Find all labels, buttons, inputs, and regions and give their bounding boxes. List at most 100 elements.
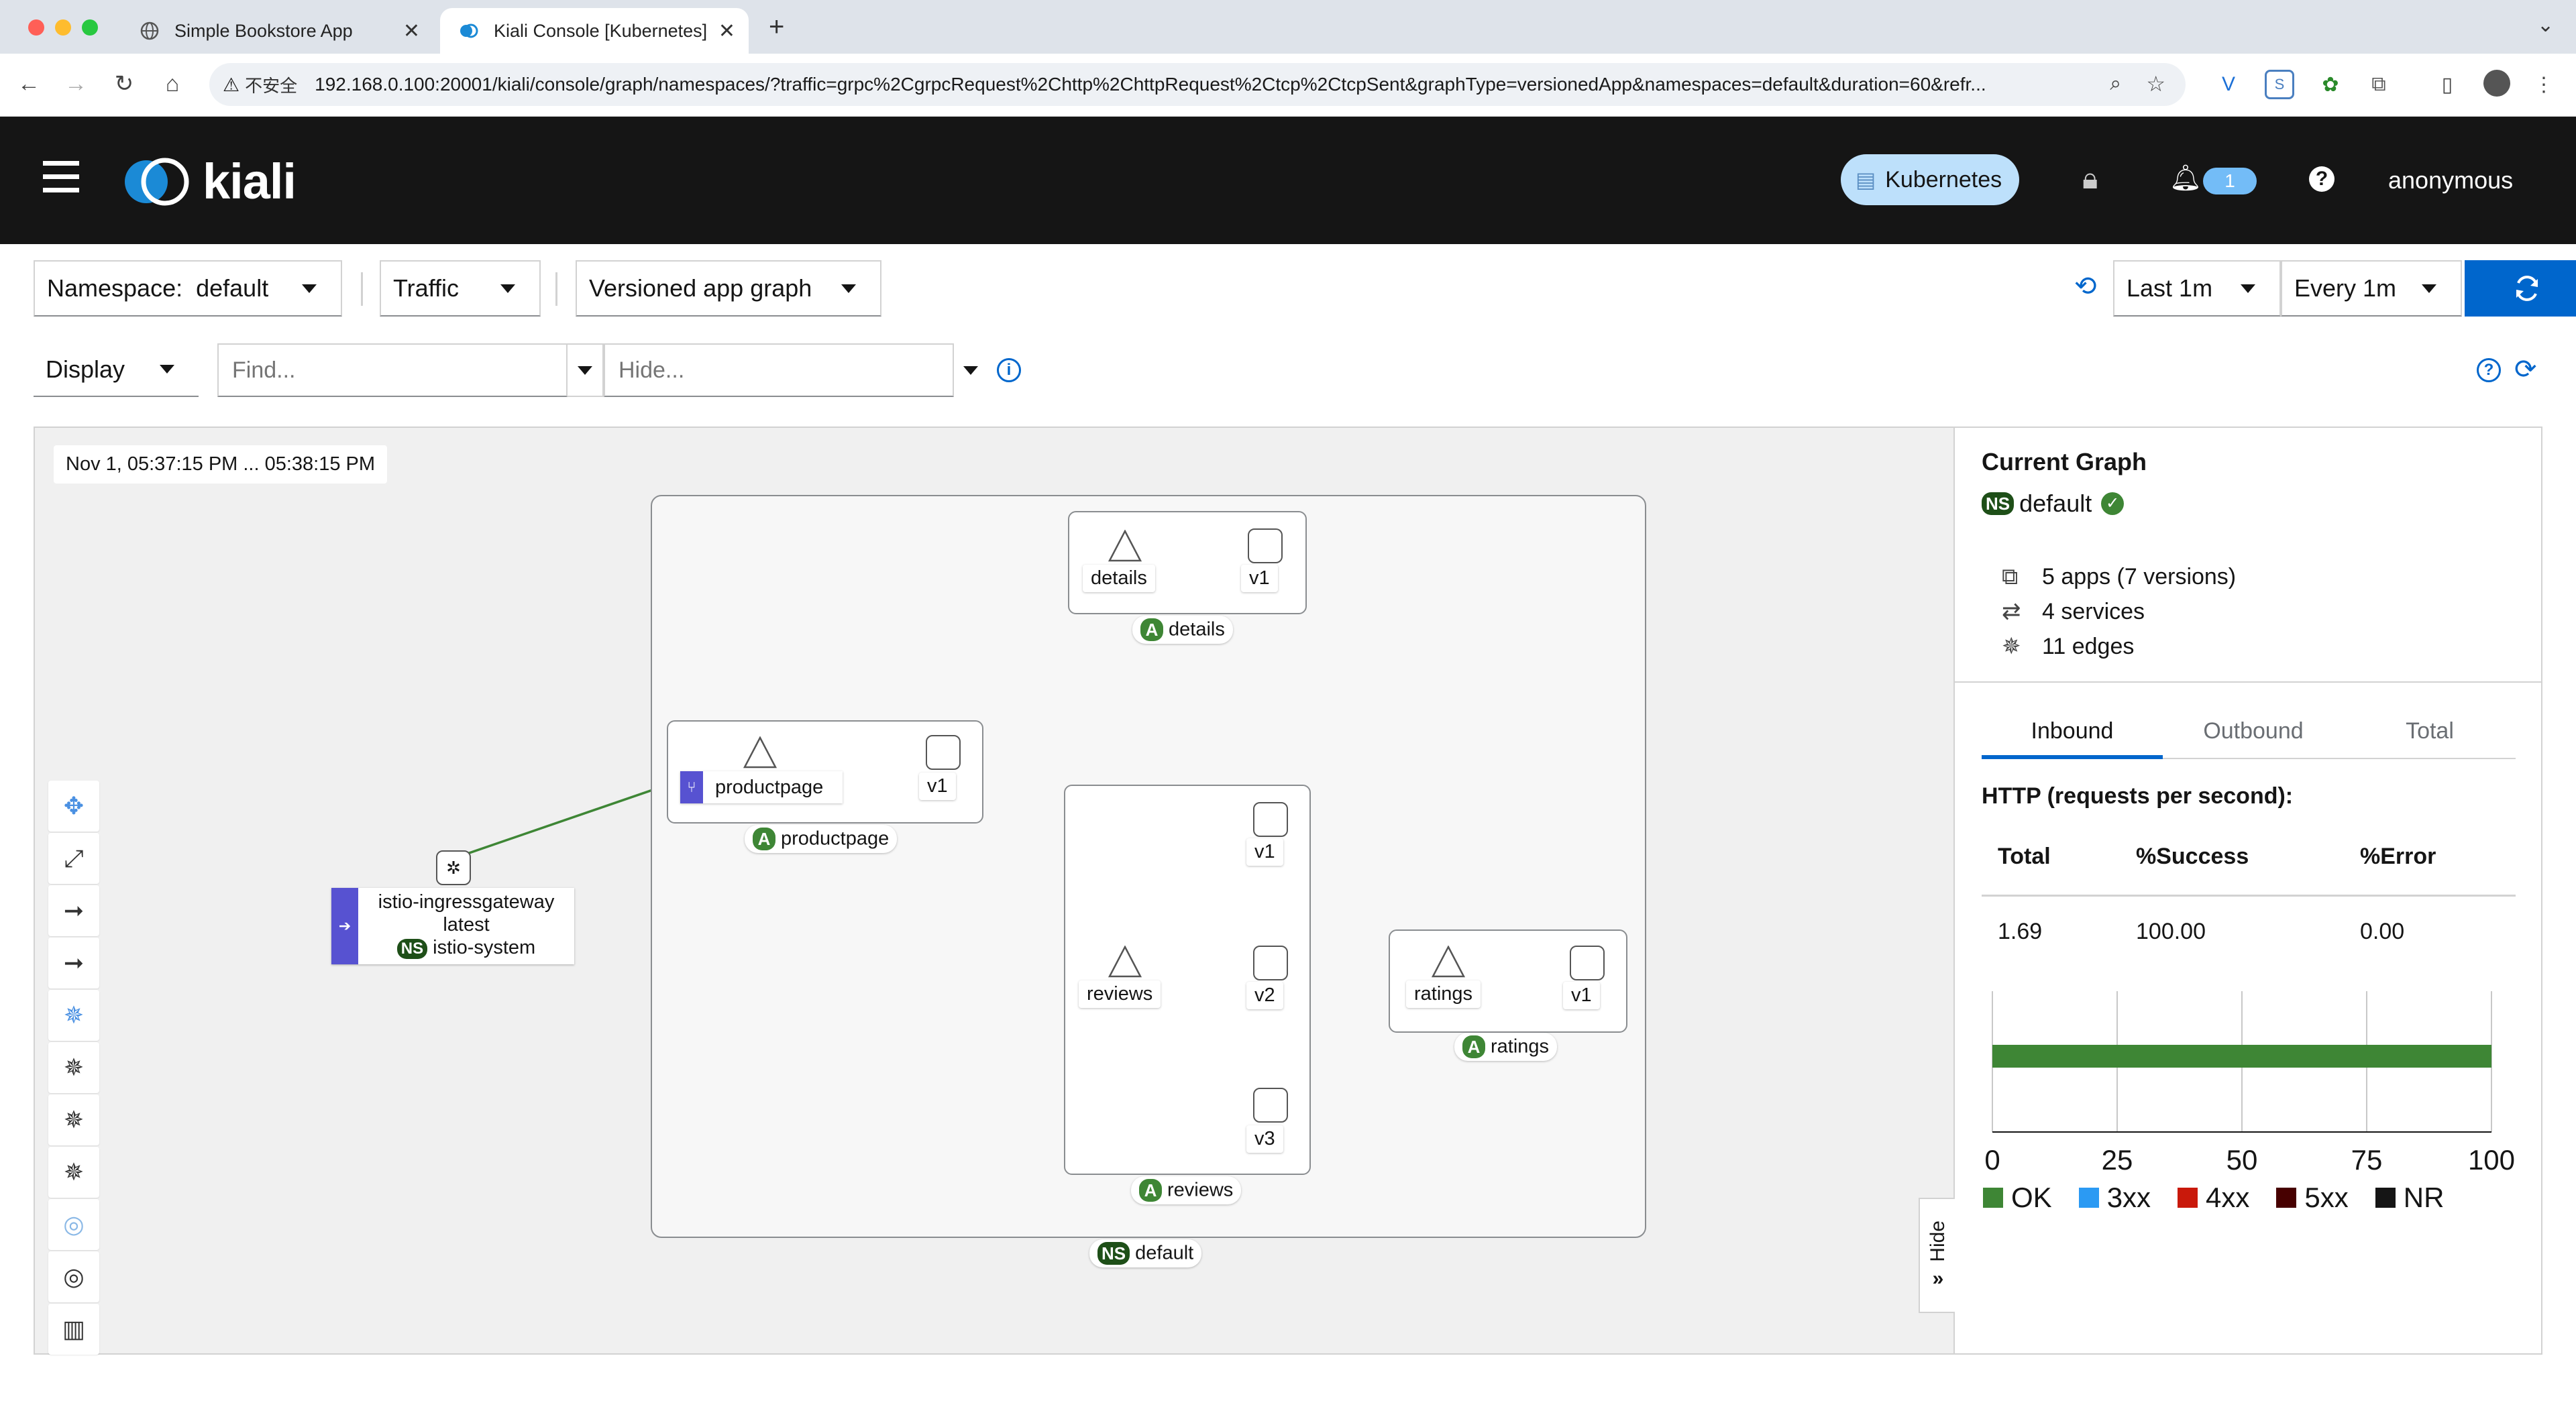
refresh-button[interactable] (2465, 260, 2576, 317)
tab-inbound[interactable]: Inbound (1982, 703, 2163, 759)
display-dropdown[interactable]: Display (34, 343, 199, 397)
layout-arrow-icon[interactable]: ➞ (48, 885, 99, 936)
namespace-dropdown[interactable]: Namespace: default (34, 260, 342, 317)
legend-label: 5xx (2304, 1182, 2349, 1213)
extension-puzzle-badge-icon[interactable]: ✿ (2316, 70, 2345, 99)
productpage-app-label: Aproductpage (745, 825, 898, 853)
double-chevron-icon: » (1932, 1267, 1944, 1290)
minimize-window-button[interactable] (55, 19, 71, 36)
reviews-v1-node[interactable] (1253, 802, 1288, 837)
find-input[interactable] (217, 343, 568, 397)
traffic-dropdown[interactable]: Traffic (380, 260, 541, 317)
zoom-icon[interactable]: ⌕ (2110, 72, 2121, 95)
namespace-value: default (196, 274, 269, 302)
sidebar-toggle-icon[interactable]: ▯ (2432, 70, 2462, 99)
find-options-toggle[interactable] (568, 343, 604, 397)
find-input-field[interactable] (219, 345, 566, 396)
gateway-label[interactable]: ➔ istio-ingressgateway latest NS istio-sy… (331, 888, 574, 964)
legend-item-5xx: 5xx (2276, 1182, 2349, 1214)
layout-cola-icon[interactable]: ✵ (48, 1094, 99, 1145)
hide-input[interactable] (604, 343, 954, 397)
close-tab-icon[interactable]: ✕ (403, 19, 420, 43)
table-value-total: 1.69 (1998, 919, 2043, 944)
caret-down-icon (160, 365, 174, 374)
reload-button[interactable]: ↻ (106, 66, 142, 102)
extension-s-icon[interactable]: S (2265, 70, 2294, 99)
close-window-button[interactable] (28, 19, 44, 36)
graph-canvas[interactable]: Nov 1, 05:37:15 PM ... 05:38:15 PM ✲ ➔ i… (34, 427, 1956, 1355)
productpage-label[interactable]: ⑂ productpage (680, 771, 843, 803)
reviews-v2-node[interactable] (1253, 946, 1288, 980)
productpage-v1-label: v1 (919, 773, 956, 800)
browser-menu-icon[interactable]: ⋮ (2529, 70, 2559, 99)
ratings-service-triangle-icon[interactable] (1432, 946, 1465, 978)
layout-dagre-icon[interactable]: ✵ (48, 990, 99, 1041)
history-icon[interactable]: ⟲ (2074, 271, 2097, 302)
graph-help-icon[interactable]: ? (2477, 358, 2501, 382)
legend-map-icon[interactable]: ▥ (48, 1304, 99, 1355)
layout-arrow-alt-icon[interactable]: ➞ (48, 938, 99, 988)
legend-item-4xx: 4xx (2178, 1182, 2249, 1214)
hide-input-field[interactable] (605, 345, 953, 396)
caret-down-icon (302, 284, 317, 293)
reviews-v3-node[interactable] (1253, 1088, 1288, 1123)
replay-icon[interactable]: ⟳ (2514, 354, 2537, 385)
panel-title: Current Graph (1982, 448, 2147, 475)
forward-button[interactable]: → (58, 66, 94, 102)
extension-v-icon[interactable]: V (2214, 70, 2243, 99)
duration-dropdown[interactable]: Last 1m (2113, 260, 2281, 317)
panel-namespace[interactable]: NS default ✓ (1982, 490, 2125, 518)
hide-panel-button[interactable]: Hide » (1919, 1198, 1956, 1313)
kiali-logo[interactable]: kiali (119, 153, 297, 210)
caret-down-icon (841, 284, 856, 293)
user-menu[interactable]: anonymous (2388, 166, 2513, 194)
profile-avatar[interactable] (2483, 70, 2510, 97)
back-button[interactable]: ← (11, 66, 47, 102)
security-label: 不安全 (245, 75, 298, 96)
details-v1-node[interactable] (1248, 528, 1283, 563)
browser-tab-kiali[interactable]: Kiali Console [Kubernetes] ✕ (440, 8, 749, 54)
cluster-badge[interactable]: ▤ Kubernetes (1841, 154, 2019, 205)
namespace-layout-icon[interactable]: ◎ (48, 1199, 99, 1250)
new-tab-button[interactable]: + (769, 12, 784, 42)
bookmark-star-icon[interactable]: ☆ (2146, 71, 2165, 97)
hamburger-menu-icon[interactable] (43, 161, 79, 196)
duration-label: Last 1m (2127, 274, 2213, 302)
info-icon[interactable]: i (997, 358, 1021, 382)
layout-cose-icon[interactable]: ✵ (48, 1042, 99, 1093)
legend-item-ok: OK (1983, 1182, 2052, 1214)
layout-grid-icon[interactable]: ✵ (48, 1147, 99, 1198)
notification-count-badge[interactable]: 1 (2203, 168, 2257, 194)
refresh-interval-label: Every 1m (2294, 274, 2397, 302)
address-bar[interactable]: ⚠ 不安全 192.168.0.100:20001/kiali/console/… (209, 63, 2186, 106)
productpage-v1-node[interactable] (926, 735, 961, 770)
pan-tool-icon[interactable]: ✥ (48, 781, 99, 832)
extensions-icon[interactable]: ⧉ (2364, 70, 2394, 99)
close-tab-icon[interactable]: ✕ (718, 19, 735, 43)
table-header-total: Total (1998, 844, 2051, 869)
ns-badge: NS (1982, 492, 2015, 515)
reviews-service-triangle-icon[interactable] (1108, 946, 1142, 978)
tab-search-chevron-icon[interactable]: ⌄ (2537, 13, 2554, 37)
fit-to-screen-icon[interactable]: ⤢ (48, 833, 99, 884)
hide-options-toggle[interactable] (954, 343, 987, 397)
gateway-node[interactable]: ✲ (436, 850, 471, 885)
gateway-namespace: istio-system (433, 937, 536, 958)
graph-type-dropdown[interactable]: Versioned app graph (576, 260, 881, 317)
home-button[interactable]: ⌂ (154, 66, 191, 102)
lock-icon[interactable]: 🔒︎ (2082, 162, 2098, 196)
productpage-service-triangle-icon[interactable] (743, 736, 777, 769)
tab-total[interactable]: Total (2344, 703, 2516, 759)
chart-bar-ok[interactable] (1992, 1045, 2491, 1068)
ratings-v1-node[interactable] (1570, 946, 1605, 980)
details-service-triangle-icon[interactable] (1108, 530, 1142, 562)
services-count: 4 services (2042, 599, 2145, 624)
browser-tab-bookstore[interactable]: Simple Bookstore App ✕ (121, 8, 433, 54)
namespace-layout-alt-icon[interactable]: ◎ (48, 1251, 99, 1302)
refresh-interval-dropdown[interactable]: Every 1m (2281, 260, 2462, 317)
help-icon[interactable]: ? (2309, 166, 2334, 192)
details-label: details (1083, 565, 1155, 592)
bell-icon[interactable]: 🔔︎ (2169, 164, 2202, 193)
maximize-window-button[interactable] (82, 19, 98, 36)
tab-outbound[interactable]: Outbound (2163, 703, 2344, 759)
